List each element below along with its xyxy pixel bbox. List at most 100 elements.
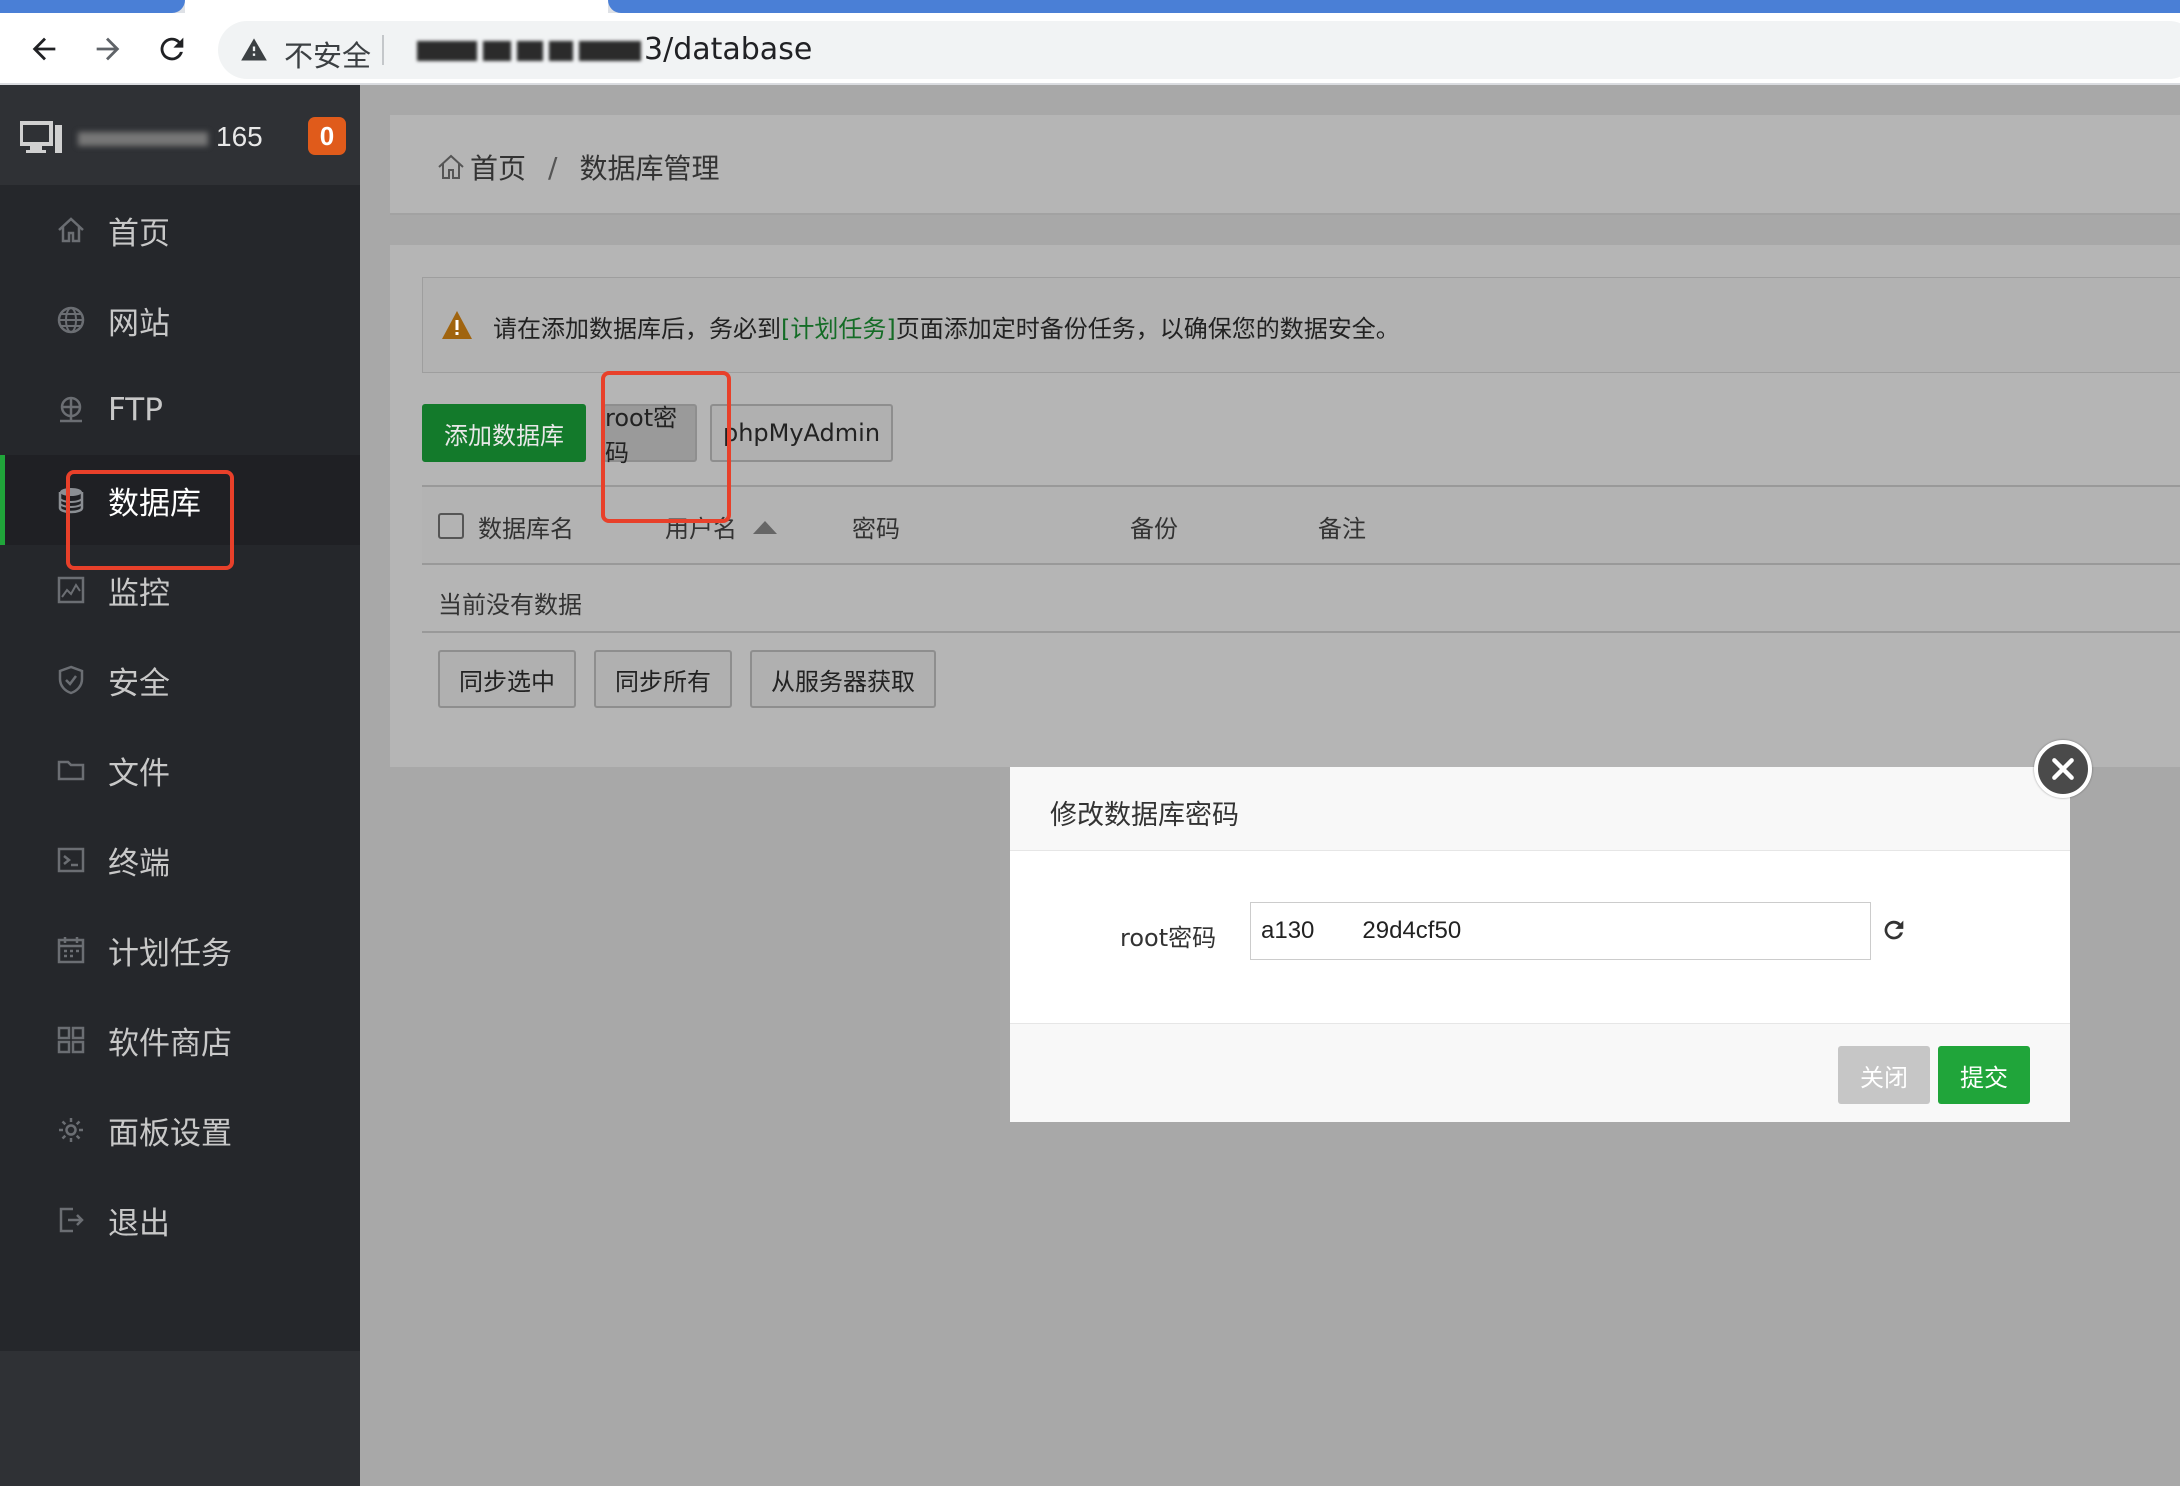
redacted-host-1 (417, 40, 477, 61)
sidebar-item-logout[interactable]: 退出 (0, 1175, 360, 1265)
reload-button[interactable] (148, 25, 196, 73)
security-status[interactable]: 不安全 (284, 33, 371, 75)
highlight-root-password-button (601, 371, 731, 523)
cron-link[interactable]: [计划任务] (781, 315, 896, 343)
back-button[interactable] (20, 25, 68, 73)
terminal-icon (56, 845, 86, 875)
sidebar-item-label: 网站 (108, 305, 170, 342)
sidebar-item-home[interactable]: 首页 (0, 185, 360, 275)
server-ip: 165 (78, 121, 263, 153)
tab-right[interactable] (608, 0, 2180, 13)
redacted-host-2 (483, 40, 511, 61)
sidebar-item-cron[interactable]: 计划任务 (0, 905, 360, 995)
sidebar-item-label: 退出 (108, 1205, 170, 1242)
submit-button[interactable]: 提交 (1938, 1046, 2030, 1104)
arrow-left-icon (32, 37, 56, 61)
browser-tab-strip (0, 0, 2180, 13)
close-button[interactable]: 关闭 (1838, 1046, 1930, 1104)
breadcrumb-bar: 首页 / 数据库管理 (390, 115, 2180, 215)
notification-badge[interactable]: 0 (308, 117, 346, 155)
table-empty-row: 当前没有数据 (422, 565, 2180, 633)
url-path: 3/database (644, 32, 813, 67)
calendar-icon (56, 935, 86, 965)
arrow-right-icon (96, 37, 120, 61)
redacted-host-4 (549, 40, 573, 61)
ftp-icon (56, 395, 86, 425)
sync-selected-button[interactable]: 同步选中 (438, 650, 576, 708)
fetch-from-server-button[interactable]: 从服务器获取 (750, 650, 936, 708)
sidebar-item-label: 计划任务 (108, 935, 232, 972)
sidebar-item-label: 安全 (108, 665, 170, 702)
sidebar-item-label: 软件商店 (108, 1025, 232, 1062)
sidebar-item-label: 面板设置 (108, 1115, 232, 1152)
highlight-sidebar-database (66, 470, 234, 570)
backup-alert: 请在添加数据库后，务必到[计划任务]页面添加定时备份任务，以确保您的数据安全。 (422, 277, 2180, 373)
alert-text-before: 请在添加数据库后，务必到 (493, 315, 781, 343)
dialog-footer: 关闭 提交 (1010, 1023, 2070, 1122)
root-password-input[interactable] (1250, 902, 1871, 960)
redacted-port (579, 40, 641, 61)
monitor-icon (56, 575, 86, 605)
col-remark: 备注 (1318, 515, 1366, 543)
sidebar-item-terminal[interactable]: 终端 (0, 815, 360, 905)
empty-message: 当前没有数据 (438, 591, 582, 619)
breadcrumb-current: 数据库管理 (579, 152, 720, 185)
col-password: 密码 (852, 515, 900, 543)
folder-icon (56, 755, 86, 785)
add-database-button[interactable]: 添加数据库 (422, 404, 586, 462)
warning-icon (442, 311, 472, 339)
redacted-host-3 (517, 40, 543, 61)
alert-message: 请在添加数据库后，务必到[计划任务]页面添加定时备份任务，以确保您的数据安全。 (493, 309, 1400, 344)
sidebar-item-label: 首页 (108, 215, 170, 252)
sidebar-item-label: FTP (108, 392, 163, 428)
breadcrumb-separator: / (548, 150, 558, 184)
sidebar-item-label: 终端 (108, 845, 170, 882)
sidebar-item-settings[interactable]: 面板设置 (0, 1085, 360, 1175)
breadcrumb: 首页 / 数据库管理 (436, 147, 719, 187)
sidebar-item-label: 文件 (108, 755, 170, 792)
sidebar-item-files[interactable]: 文件 (0, 725, 360, 815)
alert-text-after: 页面添加定时备份任务，以确保您的数据安全。 (895, 315, 1400, 343)
tab-active[interactable] (185, 0, 608, 13)
server-monitor-icon (20, 121, 62, 153)
phpmyadmin-button[interactable]: phpMyAdmin (710, 404, 893, 462)
redacted-ip (78, 131, 208, 146)
tab-left[interactable] (0, 0, 185, 13)
col-db-name[interactable]: 数据库名 (478, 509, 574, 544)
sidebar-item-website[interactable]: 网站 (0, 275, 360, 365)
dialog-body: root密码 (1010, 852, 2070, 1022)
sidebar: 165 0 首页 网站 FTP 数据库 监控 安全 文件 终端 计划任务 软件商… (0, 85, 360, 1486)
apps-icon (56, 1025, 86, 1055)
sidebar-item-label: 监控 (108, 575, 170, 612)
sort-asc-icon (753, 520, 777, 534)
forward-button[interactable] (84, 25, 132, 73)
close-icon (2052, 758, 2074, 780)
address-divider (382, 35, 384, 65)
change-password-dialog: 修改数据库密码 root密码 关闭 提交 (1010, 767, 2070, 1122)
dialog-title: 修改数据库密码 (1050, 800, 1239, 831)
breadcrumb-home[interactable]: 首页 (470, 147, 526, 187)
sidebar-menu: 首页 网站 FTP 数据库 监控 安全 文件 终端 计划任务 软件商店 面板设置… (0, 185, 360, 1265)
dialog-close-button[interactable] (2034, 740, 2092, 798)
refresh-icon[interactable] (1880, 916, 1908, 944)
root-password-label: root密码 (1120, 924, 1217, 952)
dialog-header: 修改数据库密码 (1010, 767, 2070, 851)
globe-icon (56, 305, 86, 335)
sync-all-button[interactable]: 同步所有 (594, 650, 732, 708)
home-icon (438, 154, 464, 179)
sidebar-item-security[interactable]: 安全 (0, 635, 360, 725)
gear-icon (56, 1115, 86, 1145)
address-bar[interactable]: 不安全 3/database (218, 21, 2180, 79)
warning-icon (241, 38, 267, 61)
browser-toolbar: 不安全 3/database (0, 13, 2180, 85)
url-text[interactable]: 3/database (414, 32, 812, 67)
server-header: 165 0 (0, 85, 360, 185)
sidebar-item-ftp[interactable]: FTP (0, 365, 360, 455)
home-icon (56, 215, 86, 245)
shield-icon (56, 665, 86, 695)
sidebar-item-store[interactable]: 软件商店 (0, 995, 360, 1085)
logout-icon (56, 1205, 86, 1235)
select-all-checkbox[interactable] (438, 513, 464, 539)
col-backup: 备份 (1130, 515, 1178, 543)
server-ip-suffix: 165 (216, 121, 263, 152)
